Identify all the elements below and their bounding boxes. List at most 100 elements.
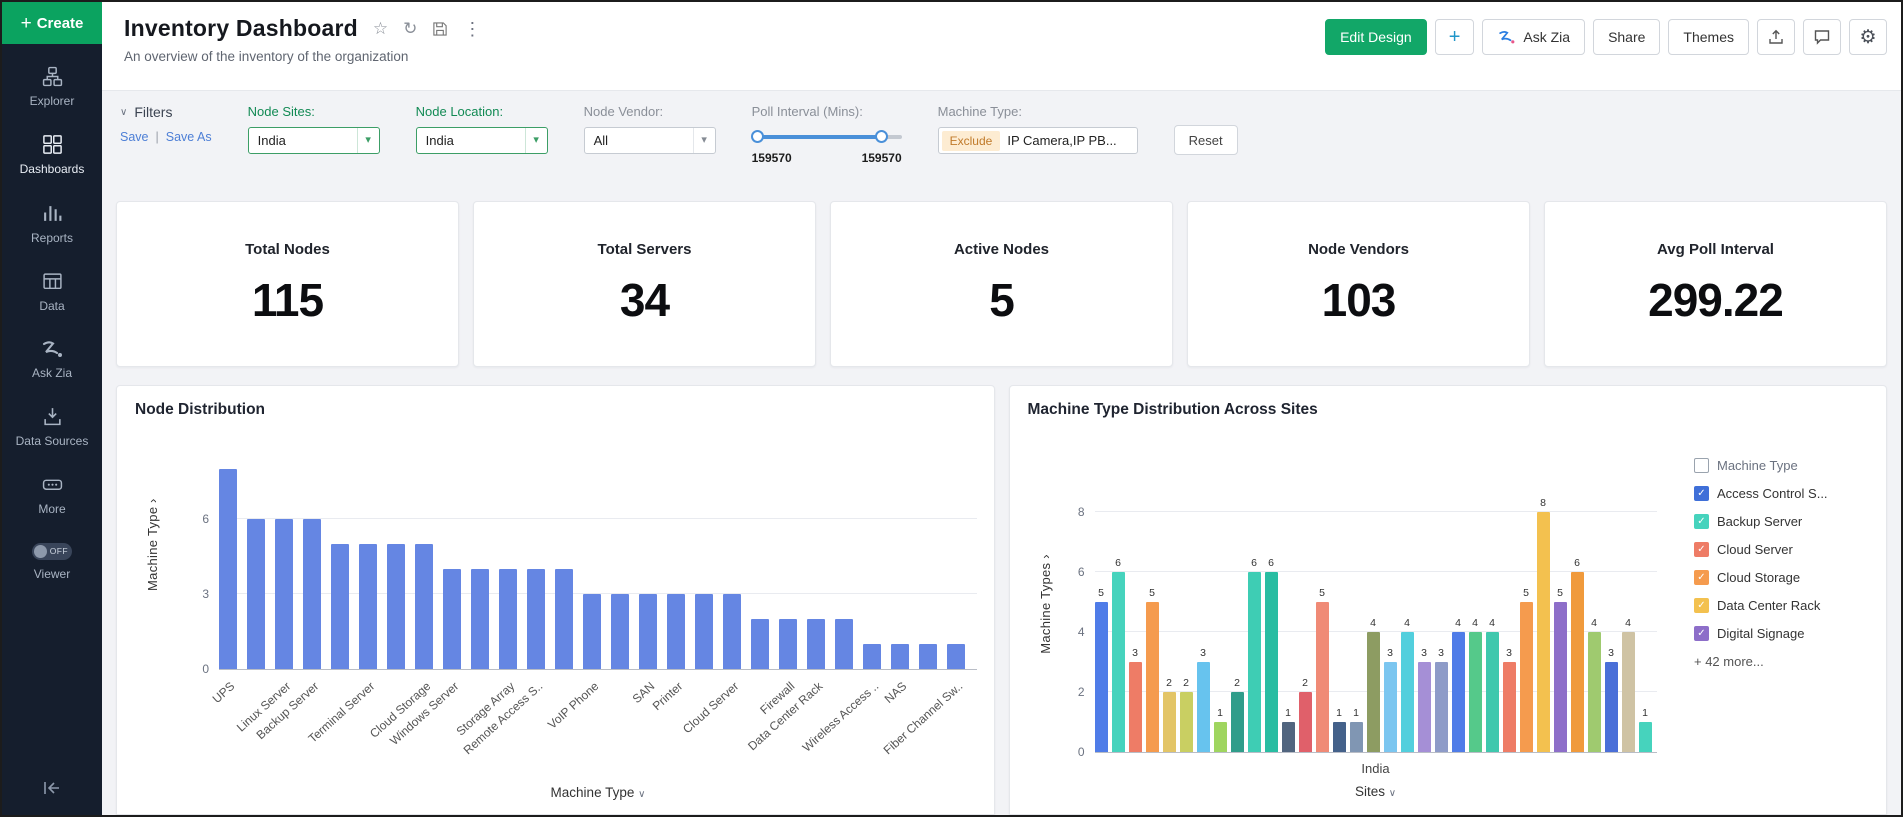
legend-item[interactable]: ✓Digital Signage — [1694, 626, 1874, 641]
legend-checkbox[interactable]: ✓ — [1694, 486, 1709, 501]
bar[interactable] — [555, 569, 573, 669]
node-location-select[interactable]: India ▾ — [416, 127, 548, 154]
legend-checkbox[interactable]: ✓ — [1694, 542, 1709, 557]
bar[interactable] — [1180, 692, 1193, 752]
bar[interactable] — [835, 619, 853, 669]
sidebar-item-data[interactable]: Data — [6, 271, 98, 313]
bar[interactable] — [415, 544, 433, 669]
legend-checkbox[interactable]: ✓ — [1694, 514, 1709, 529]
legend-checkbox[interactable]: ✓ — [1694, 598, 1709, 613]
bar[interactable] — [1112, 572, 1125, 752]
bar[interactable] — [1418, 662, 1431, 752]
poll-interval-slider[interactable] — [752, 130, 902, 143]
kpi-card-total-nodes[interactable]: Total Nodes 115 — [116, 201, 459, 367]
legend-item[interactable]: ✓Backup Server — [1694, 514, 1874, 529]
bar[interactable] — [863, 644, 881, 669]
bar[interactable] — [1486, 632, 1499, 752]
bar[interactable] — [1248, 572, 1261, 752]
bar[interactable] — [1588, 632, 1601, 752]
sidebar-item-dashboards[interactable]: Dashboards — [6, 134, 98, 176]
machine-type-filter-input[interactable]: Exclude IP Camera,IP PB... — [938, 127, 1138, 154]
bar[interactable] — [1554, 602, 1567, 752]
bar[interactable] — [1299, 692, 1312, 752]
bar[interactable] — [807, 619, 825, 669]
save-icon[interactable] — [432, 21, 448, 37]
bar[interactable] — [1214, 722, 1227, 752]
bar[interactable] — [331, 544, 349, 669]
bar[interactable] — [1095, 602, 1108, 752]
bar[interactable] — [1469, 632, 1482, 752]
bar[interactable] — [471, 569, 489, 669]
themes-button[interactable]: Themes — [1668, 19, 1749, 55]
bar[interactable] — [359, 544, 377, 669]
edit-design-button[interactable]: Edit Design — [1325, 19, 1427, 55]
save-filter-link[interactable]: Save — [120, 130, 149, 144]
export-button[interactable] — [1757, 19, 1795, 55]
bar[interactable] — [1333, 722, 1346, 752]
bar[interactable] — [583, 594, 601, 669]
bar[interactable] — [1350, 722, 1363, 752]
kpi-card-node-vendors[interactable]: Node Vendors 103 — [1187, 201, 1530, 367]
bar[interactable] — [667, 594, 685, 669]
legend-checkbox[interactable]: ✓ — [1694, 626, 1709, 641]
bar[interactable] — [1622, 632, 1635, 752]
bar[interactable] — [219, 469, 237, 669]
bar[interactable] — [387, 544, 405, 669]
y-axis-title[interactable]: Machine Types › — [1038, 554, 1053, 654]
sidebar-item-explorer[interactable]: Explorer — [6, 66, 98, 108]
sidebar-item-reports[interactable]: Reports — [6, 203, 98, 245]
legend-more-link[interactable]: + 42 more... — [1694, 654, 1874, 669]
node-sites-select[interactable]: India ▾ — [248, 127, 380, 154]
bar[interactable] — [919, 644, 937, 669]
bar[interactable] — [1639, 722, 1652, 752]
bar[interactable] — [1163, 692, 1176, 752]
legend-item[interactable]: ✓Access Control S... — [1694, 486, 1874, 501]
bar[interactable] — [1367, 632, 1380, 752]
bar[interactable] — [1605, 662, 1618, 752]
slider-handle-right[interactable] — [875, 130, 888, 143]
favorite-star-icon[interactable]: ☆ — [373, 20, 388, 37]
bar[interactable] — [891, 644, 909, 669]
kebab-menu-icon[interactable]: ⋮ — [463, 20, 481, 38]
kpi-card-avg-poll-interval[interactable]: Avg Poll Interval 299.22 — [1544, 201, 1887, 367]
bar[interactable] — [1282, 722, 1295, 752]
sidebar-item-ask-zia[interactable]: Ask Zia — [6, 340, 98, 380]
legend-item[interactable]: ✓Cloud Server — [1694, 542, 1874, 557]
bar[interactable] — [1316, 602, 1329, 752]
bar[interactable] — [247, 519, 265, 669]
kpi-card-total-servers[interactable]: Total Servers 34 — [473, 201, 816, 367]
legend-checkbox[interactable]: ✓ — [1694, 570, 1709, 585]
ask-zia-button[interactable]: Ask Zia — [1482, 19, 1585, 55]
bar[interactable] — [1146, 602, 1159, 752]
bar[interactable] — [1537, 512, 1550, 752]
bar[interactable] — [947, 644, 965, 669]
share-button[interactable]: Share — [1593, 19, 1660, 55]
sidebar-item-viewer[interactable]: OFF Viewer — [6, 543, 98, 581]
x-axis-title[interactable]: Machine Type ∨ — [219, 785, 977, 800]
bar[interactable] — [499, 569, 517, 669]
y-axis-title[interactable]: Machine Type › — [145, 498, 160, 591]
bar[interactable] — [1571, 572, 1584, 752]
bar[interactable] — [1129, 662, 1142, 752]
bar[interactable] — [1503, 662, 1516, 752]
legend-item[interactable]: ✓Cloud Storage — [1694, 570, 1874, 585]
create-button[interactable]: + Create — [2, 2, 102, 44]
bar[interactable] — [443, 569, 461, 669]
legend-select-all-checkbox[interactable] — [1694, 458, 1709, 473]
bar[interactable] — [1265, 572, 1278, 752]
legend-header[interactable]: Machine Type — [1694, 458, 1874, 473]
sidebar-item-more[interactable]: More — [6, 474, 98, 516]
filters-toggle[interactable]: ∨ Filters — [120, 104, 212, 120]
x-axis-title[interactable]: Sites ∨ — [1095, 784, 1657, 799]
bar[interactable] — [723, 594, 741, 669]
bar[interactable] — [751, 619, 769, 669]
node-vendor-select[interactable]: All ▾ — [584, 127, 716, 154]
bar[interactable] — [611, 594, 629, 669]
collapse-sidebar-button[interactable] — [41, 778, 63, 803]
bar[interactable] — [1452, 632, 1465, 752]
bar[interactable] — [1197, 662, 1210, 752]
bar[interactable] — [639, 594, 657, 669]
bar[interactable] — [1435, 662, 1448, 752]
bar[interactable] — [303, 519, 321, 669]
bar[interactable] — [275, 519, 293, 669]
